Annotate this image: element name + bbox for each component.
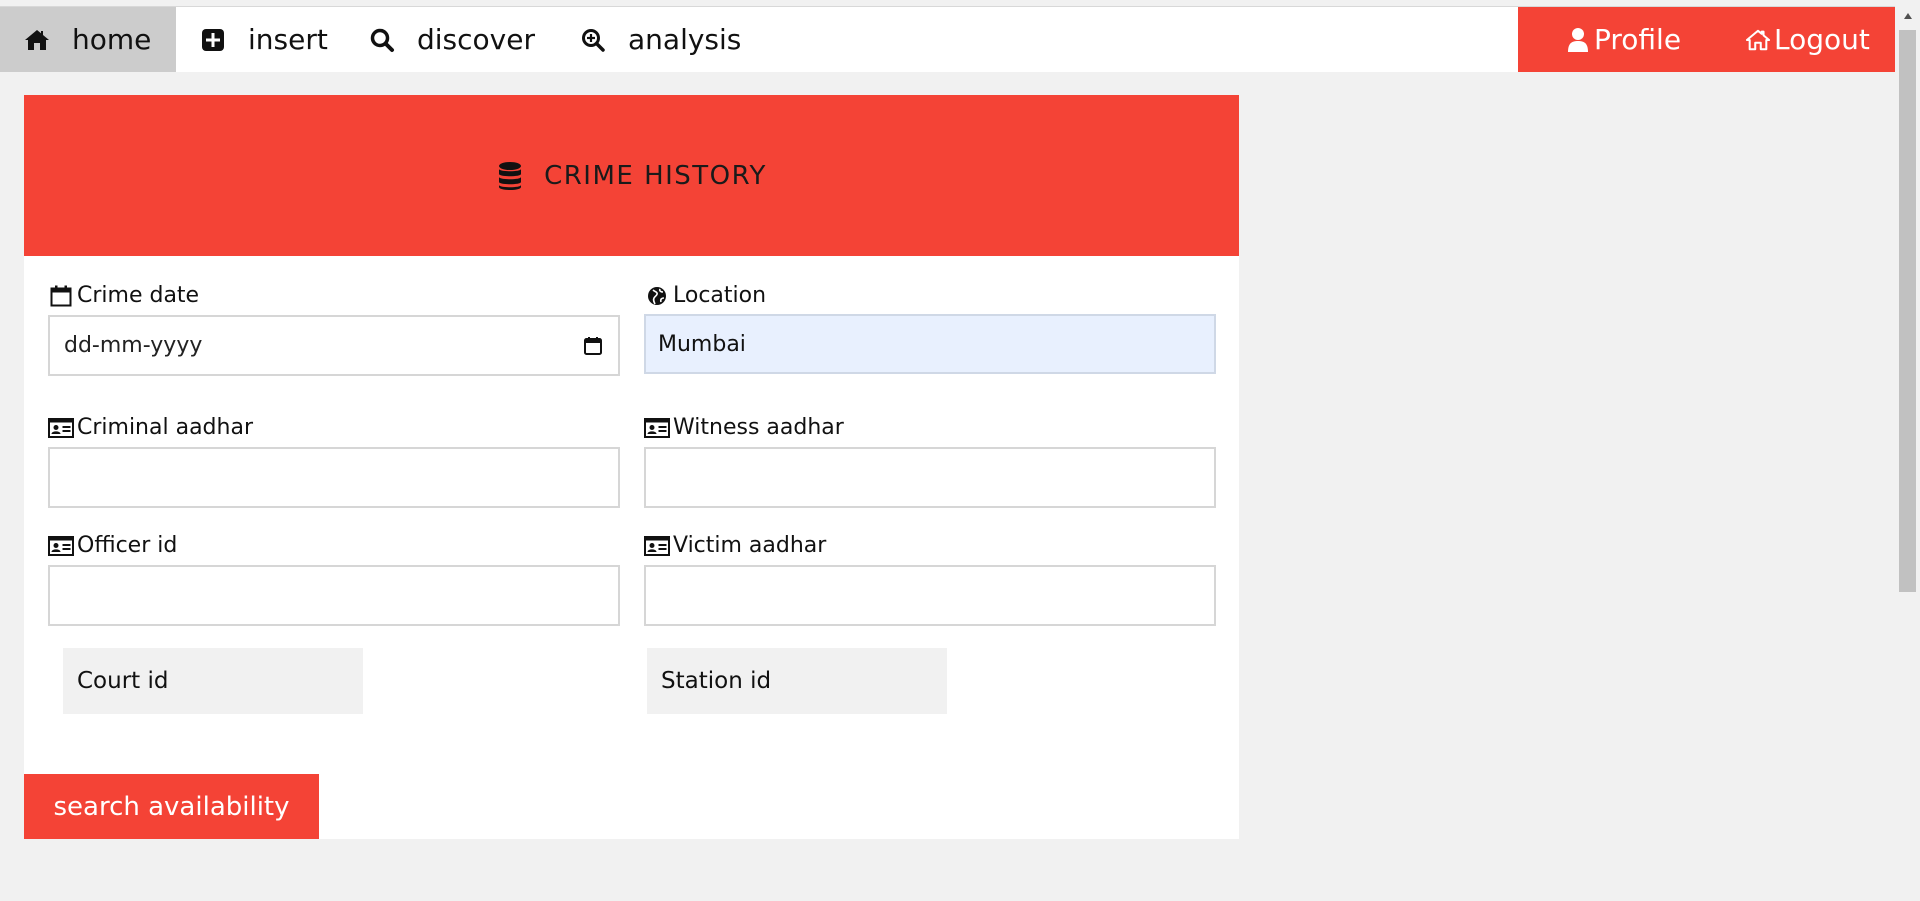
crime-history-card: CRIME HISTORY Crime date dd-mm-yyyy Loca…	[24, 95, 1239, 839]
crime-date-label-text: Crime date	[77, 283, 200, 308]
search-availability-button[interactable]: search availability	[24, 774, 319, 839]
victim-aadhar-label-text: Victim aadhar	[673, 533, 827, 558]
nav-analysis-label: analysis	[628, 23, 742, 56]
calendar-icon	[48, 285, 74, 307]
criminal-aadhar-label: Criminal aadhar	[48, 415, 253, 440]
card-title: CRIME HISTORY	[544, 160, 767, 191]
id-card-icon	[644, 535, 670, 557]
station-id-select[interactable]: Station id	[647, 648, 947, 714]
nav-insert[interactable]: insert	[198, 7, 328, 72]
search-icon	[367, 25, 397, 55]
victim-aadhar-label: Victim aadhar	[644, 533, 826, 558]
crime-date-label: Crime date	[48, 283, 199, 308]
nav-logout-label: Logout	[1774, 23, 1870, 56]
user-icon	[1566, 26, 1590, 54]
crime-date-placeholder: dd-mm-yyyy	[64, 333, 203, 358]
court-id-selected: Court id	[77, 668, 169, 694]
location-label-text: Location	[673, 283, 767, 308]
zoom-in-icon	[578, 25, 608, 55]
card-header: CRIME HISTORY	[24, 95, 1239, 256]
station-id-selected: Station id	[661, 668, 772, 694]
nav-right-group: Profile Logout	[1518, 7, 1895, 72]
nav-home-label: home	[72, 23, 152, 56]
victim-aadhar-input[interactable]	[644, 565, 1216, 626]
id-card-icon	[48, 417, 74, 439]
home-icon	[1746, 26, 1770, 54]
calendar-picker-icon[interactable]	[582, 335, 604, 357]
location-input[interactable]	[644, 314, 1216, 374]
nav-insert-label: insert	[248, 23, 328, 56]
vertical-scrollbar[interactable]	[1895, 0, 1920, 901]
home-icon	[22, 25, 52, 55]
officer-id-label: Officer id	[48, 533, 177, 558]
nav-logout[interactable]: Logout	[1746, 7, 1870, 72]
witness-aadhar-label-text: Witness aadhar	[673, 415, 844, 440]
nav-discover[interactable]: discover	[367, 7, 535, 72]
criminal-aadhar-input[interactable]	[48, 447, 620, 508]
globe-icon	[644, 285, 670, 307]
crime-date-field[interactable]: dd-mm-yyyy	[48, 315, 620, 376]
top-navbar: home insert discover analysis Profile Lo…	[0, 7, 1895, 72]
criminal-aadhar-label-text: Criminal aadhar	[77, 415, 253, 440]
officer-id-label-text: Officer id	[77, 533, 178, 558]
nav-profile-label: Profile	[1594, 23, 1682, 56]
plus-square-icon	[198, 25, 228, 55]
window-top-border	[0, 0, 1895, 7]
scrollbar-thumb[interactable]	[1899, 30, 1916, 592]
court-id-select[interactable]: Court id	[63, 648, 363, 714]
id-card-icon	[48, 535, 74, 557]
scroll-up-arrow-icon[interactable]	[1895, 6, 1920, 26]
nav-profile[interactable]: Profile	[1566, 7, 1681, 72]
location-label: Location	[644, 283, 766, 308]
officer-id-input[interactable]	[48, 565, 620, 626]
nav-home[interactable]: home	[0, 7, 176, 72]
witness-aadhar-label: Witness aadhar	[644, 415, 844, 440]
witness-aadhar-input[interactable]	[644, 447, 1216, 508]
id-card-icon	[644, 417, 670, 439]
nav-discover-label: discover	[417, 23, 535, 56]
nav-analysis[interactable]: analysis	[578, 7, 741, 72]
database-icon	[496, 161, 524, 191]
